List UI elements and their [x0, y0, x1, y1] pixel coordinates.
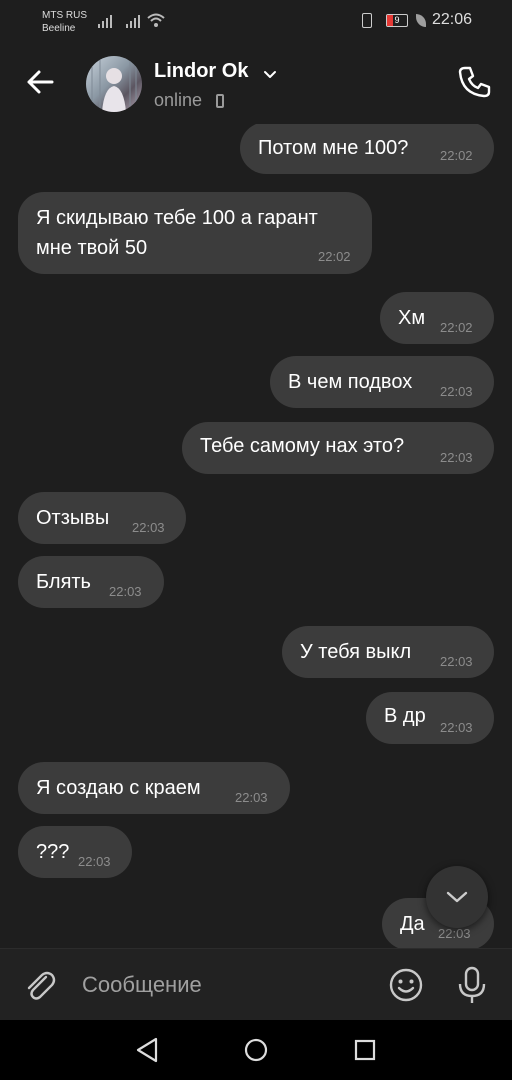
message-out[interactable]: Тебе самому нах это? 22:03 — [182, 422, 494, 474]
eco-leaf-icon — [416, 14, 426, 27]
system-nav-bar — [0, 1020, 512, 1080]
message-time: 22:03 — [235, 790, 268, 805]
circle-home-icon[interactable] — [244, 1038, 268, 1062]
message-text: ??? — [36, 841, 70, 863]
message-in[interactable]: ??? 22:03 — [18, 826, 132, 878]
phone-icon[interactable] — [456, 64, 492, 100]
message-out[interactable]: В др 22:03 — [366, 692, 494, 744]
message-text: В др — [384, 705, 426, 727]
message-time: 22:02 — [318, 249, 351, 264]
message-out[interactable]: Хм 22:02 — [380, 292, 494, 344]
paperclip-icon[interactable] — [22, 967, 58, 1003]
message-composer — [0, 948, 512, 1021]
mobile-device-icon — [216, 94, 224, 108]
message-time: 22:03 — [440, 654, 473, 669]
status-bar: MTS RUS Beeline 9 22:06 — [0, 0, 512, 44]
smiley-icon[interactable] — [388, 967, 424, 1003]
message-time: 22:03 — [440, 720, 473, 735]
chat-header: Lindor Ok online — [0, 44, 512, 124]
message-time: 22:03 — [440, 384, 473, 399]
message-in[interactable]: Я создаю с краем 22:03 — [18, 762, 290, 814]
chevron-down-icon — [446, 891, 468, 903]
scroll-down-button[interactable] — [426, 866, 488, 928]
message-text: Блять — [36, 571, 91, 593]
microphone-icon[interactable] — [454, 965, 490, 1005]
square-recents-icon[interactable] — [354, 1039, 376, 1061]
signal-2-icon — [126, 12, 140, 28]
message-text: В чем подвох — [288, 371, 413, 393]
triangle-back-icon[interactable] — [134, 1036, 160, 1064]
message-time: 22:03 — [78, 854, 111, 869]
message-text: Я скидываю тебе 100 а гарант — [36, 207, 318, 229]
carrier-1: MTS RUS — [42, 10, 87, 21]
message-out[interactable]: У тебя выкл 22:03 — [282, 626, 494, 678]
message-text: Отзывы — [36, 507, 110, 529]
arrow-left-icon[interactable] — [22, 64, 58, 100]
message-text: Тебе самому нах это? — [200, 435, 405, 457]
contact-avatar[interactable] — [86, 56, 142, 112]
message-time: 22:02 — [440, 148, 473, 163]
message-time: 22:03 — [438, 926, 471, 941]
message-text-line-2: мне твой 50 — [36, 237, 148, 259]
contact-status: online — [154, 90, 203, 110]
chevron-down-icon[interactable] — [262, 66, 278, 82]
clock: 22:06 — [431, 11, 472, 28]
message-time: 22:02 — [440, 320, 473, 335]
message-input[interactable] — [82, 965, 372, 1005]
message-out[interactable]: В чем подвох 22:03 — [270, 356, 494, 408]
message-text: Хм — [398, 307, 426, 329]
message-list[interactable]: Потом мне 100? 22:02 Я скидываю тебе 100… — [0, 124, 512, 948]
message-time: 22:03 — [132, 520, 165, 535]
message-text: Я создаю с краем — [36, 777, 201, 799]
message-in[interactable]: Отзывы 22:03 — [18, 492, 186, 544]
contact-name[interactable]: Lindor Ok — [154, 60, 248, 83]
message-text: У тебя выкл — [300, 641, 412, 663]
message-text: Да — [400, 913, 425, 935]
vibrate-icon — [362, 13, 372, 28]
carrier-labels: MTS RUS Beeline — [42, 9, 87, 35]
wifi-icon — [147, 13, 165, 27]
message-in[interactable]: Я скидываю тебе 100 а гарант мне твой 50… — [18, 192, 372, 274]
battery-level: 9 — [394, 15, 400, 25]
message-text: Потом мне 100? — [258, 137, 409, 159]
message-in[interactable]: Блять 22:03 — [18, 556, 164, 608]
message-time: 22:03 — [440, 450, 473, 465]
message-time: 22:03 — [109, 584, 142, 599]
signal-1-icon — [98, 12, 112, 28]
battery-icon: 9 — [386, 14, 408, 27]
message-out[interactable]: Потом мне 100? 22:02 — [240, 124, 494, 174]
carrier-2: Beeline — [42, 23, 76, 34]
